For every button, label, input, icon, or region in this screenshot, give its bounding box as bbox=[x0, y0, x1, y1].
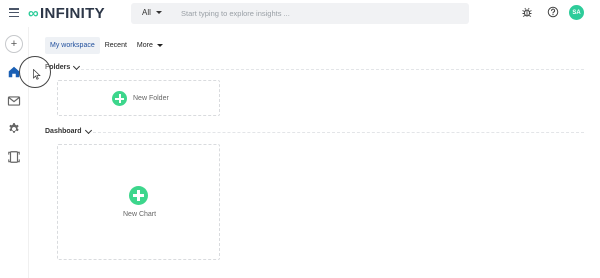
section-divider bbox=[93, 132, 584, 133]
new-chart-card[interactable]: New Chart bbox=[57, 144, 220, 260]
menu-icon[interactable] bbox=[9, 8, 19, 18]
new-folder-card[interactable]: New Folder bbox=[57, 80, 220, 116]
new-chart-label: New Chart bbox=[123, 211, 157, 218]
gear-icon[interactable] bbox=[7, 122, 21, 136]
dashboard-section-toggle[interactable]: Dashboard bbox=[45, 126, 92, 135]
caret-down-icon bbox=[155, 11, 162, 14]
help-icon[interactable] bbox=[547, 6, 559, 18]
plus-circle-icon bbox=[112, 91, 127, 106]
tab-my-workspace[interactable]: My workspace bbox=[45, 37, 100, 54]
tab-label: More bbox=[136, 42, 153, 49]
mouse-pointer-icon bbox=[33, 69, 41, 80]
chevron-down-icon bbox=[84, 126, 92, 134]
workspace-tabs: My workspace Recent More bbox=[45, 37, 168, 54]
tab-more[interactable]: More bbox=[132, 37, 168, 54]
search-input[interactable] bbox=[181, 6, 461, 21]
mail-icon[interactable] bbox=[7, 94, 21, 108]
logo-mark: ∞ bbox=[28, 4, 39, 22]
chevron-down-icon bbox=[73, 62, 81, 70]
avatar[interactable]: SA bbox=[569, 5, 584, 20]
tab-recent[interactable]: Recent bbox=[100, 37, 132, 54]
search-scope-value: All bbox=[142, 8, 151, 17]
tab-label: Recent bbox=[104, 42, 127, 49]
add-button[interactable]: + bbox=[5, 35, 23, 53]
top-bar: ∞ INFINITY All SA bbox=[0, 0, 600, 27]
section-divider bbox=[81, 69, 584, 70]
logo-text: INFINITY bbox=[40, 4, 105, 22]
bug-icon[interactable] bbox=[521, 6, 533, 18]
new-folder-label: New Folder bbox=[133, 95, 169, 102]
search-bar: All bbox=[131, 3, 469, 24]
search-scope-select[interactable]: All bbox=[142, 8, 162, 17]
expand-icon[interactable] bbox=[7, 150, 21, 164]
caret-down-icon bbox=[156, 44, 163, 47]
plus-circle-icon bbox=[129, 186, 148, 205]
tab-label: My workspace bbox=[50, 42, 95, 49]
dashboard-title: Dashboard bbox=[45, 128, 82, 135]
app-logo[interactable]: ∞ INFINITY bbox=[28, 4, 105, 22]
